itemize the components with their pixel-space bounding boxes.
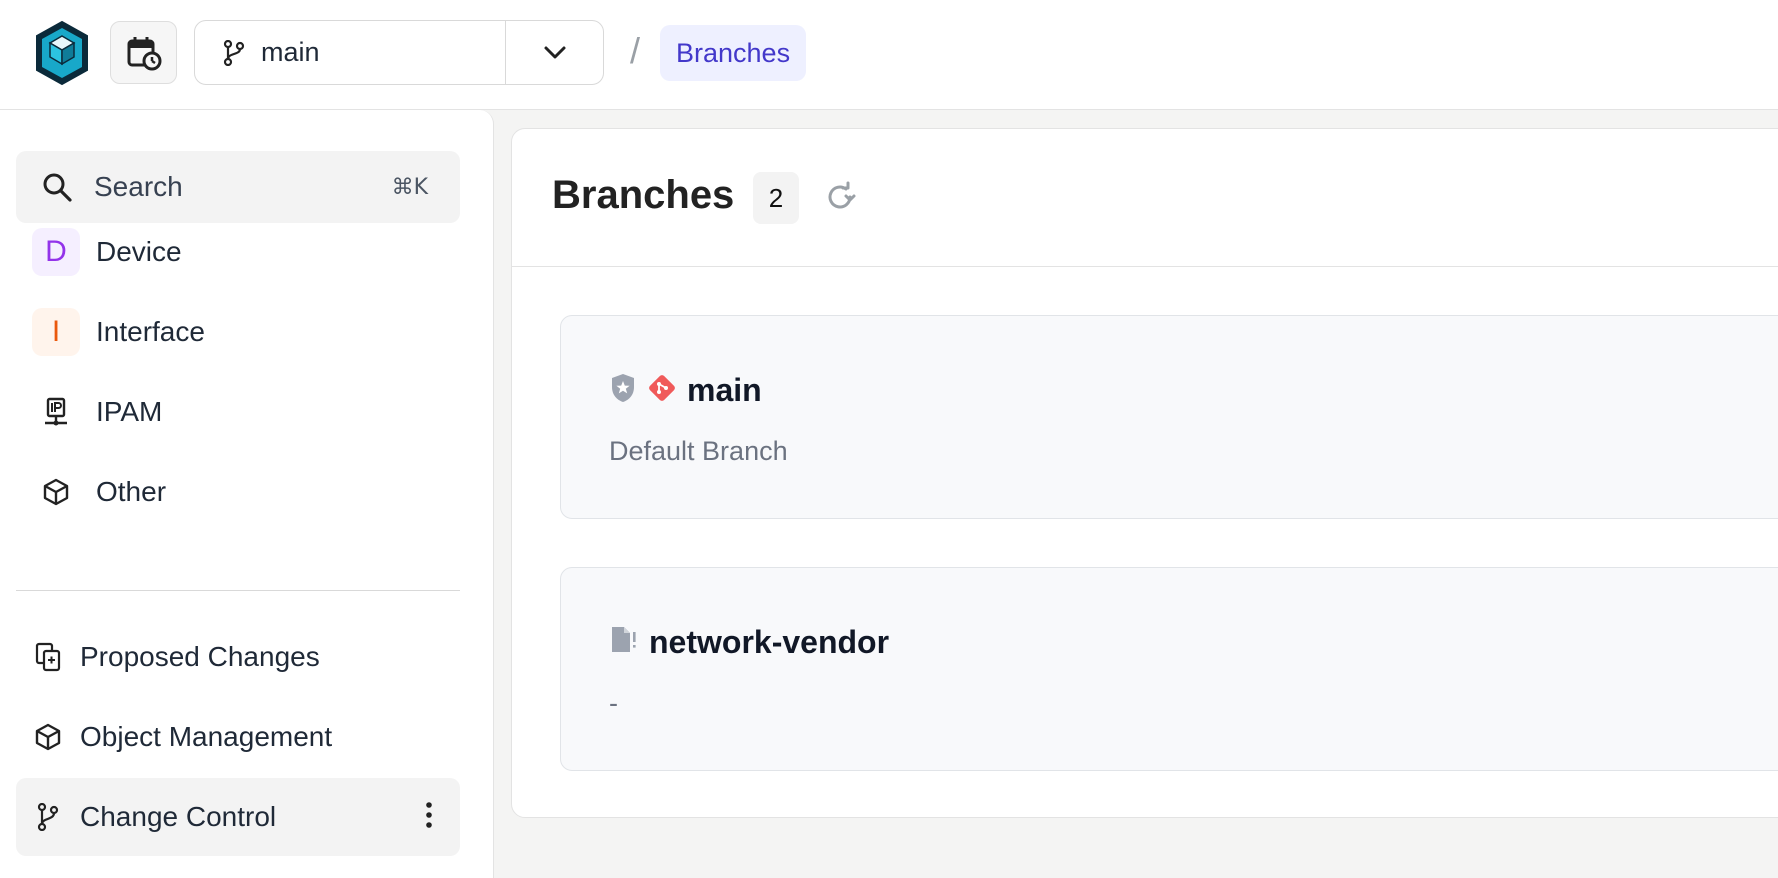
sidebar-divider (16, 590, 460, 591)
sidebar-item-label: Proposed Changes (80, 641, 320, 672)
app-logo-icon[interactable] (34, 20, 90, 86)
branch-card-network-vendor[interactable]: network-vendor - (560, 567, 1778, 771)
shield-star-icon (609, 372, 637, 409)
branch-card-main[interactable]: main Default Branch (560, 315, 1778, 519)
git-diamond-icon (647, 373, 677, 408)
sidebar-item-label: Change Control (80, 801, 277, 832)
search-label: Search (94, 171, 183, 202)
branch-count-badge: 2 (753, 172, 799, 224)
sidebar-item-proposed-changes[interactable]: Proposed Changes (16, 618, 460, 696)
git-branch-icon (32, 801, 64, 833)
sidebar-item-interface[interactable]: I Interface (16, 301, 460, 363)
branch-name[interactable]: network-vendor (649, 624, 889, 661)
proposed-changes-icon (32, 641, 64, 673)
branch-name: main (261, 37, 320, 67)
breadcrumb-current[interactable]: Branches (660, 25, 807, 81)
cube-icon (32, 468, 80, 516)
search-icon (43, 173, 72, 202)
sidebar-item-object-management[interactable]: Object Management (16, 698, 460, 776)
cube-icon (32, 721, 64, 753)
ip-network-icon (32, 388, 80, 436)
more-vertical-icon[interactable] (424, 800, 434, 837)
branch-selector[interactable]: main (194, 20, 604, 85)
sidebar-item-label: Interface (96, 316, 205, 347)
sidebar-item-change-control[interactable]: Change Control (16, 778, 460, 856)
refresh-icon[interactable] (822, 179, 858, 220)
schedule-button[interactable] (110, 21, 177, 84)
branches-panel: Branches 2 main Default Branch network-v… (511, 128, 1778, 818)
branch-description: Default Branch (609, 436, 788, 466)
branch-description: - (609, 688, 618, 718)
breadcrumb-separator: / (630, 30, 641, 71)
chevron-down-icon (544, 46, 565, 58)
sidebar: Search ⌘K D Device I Interface IPAM Othe… (0, 110, 494, 878)
sidebar-item-other[interactable]: Other (16, 461, 460, 523)
branch-card-header: main (609, 372, 762, 409)
branch-selector-value[interactable]: main (195, 21, 505, 84)
git-branch-icon (223, 39, 245, 66)
sidebar-item-ipam[interactable]: IPAM (16, 381, 460, 443)
interface-badge: I (32, 308, 80, 356)
file-alert-icon (609, 625, 639, 660)
sidebar-item-label: IPAM (96, 396, 163, 427)
search-shortcut: ⌘K (391, 174, 428, 200)
search-button[interactable]: Search ⌘K (16, 151, 460, 223)
calendar-clock-icon (127, 36, 161, 70)
top-bar: main / Branches (0, 0, 1778, 110)
branch-card-header: network-vendor (609, 624, 889, 661)
sidebar-item-label: Device (96, 236, 182, 267)
panel-header: Branches 2 (512, 129, 1778, 267)
sidebar-item-device[interactable]: D Device (16, 221, 460, 283)
sidebar-item-label: Other (96, 476, 167, 507)
page-title: Branches (552, 173, 735, 217)
device-badge: D (32, 228, 80, 276)
branch-name[interactable]: main (687, 372, 762, 409)
branch-dropdown-toggle[interactable] (505, 21, 603, 84)
sidebar-item-label: Object Management (80, 721, 333, 752)
